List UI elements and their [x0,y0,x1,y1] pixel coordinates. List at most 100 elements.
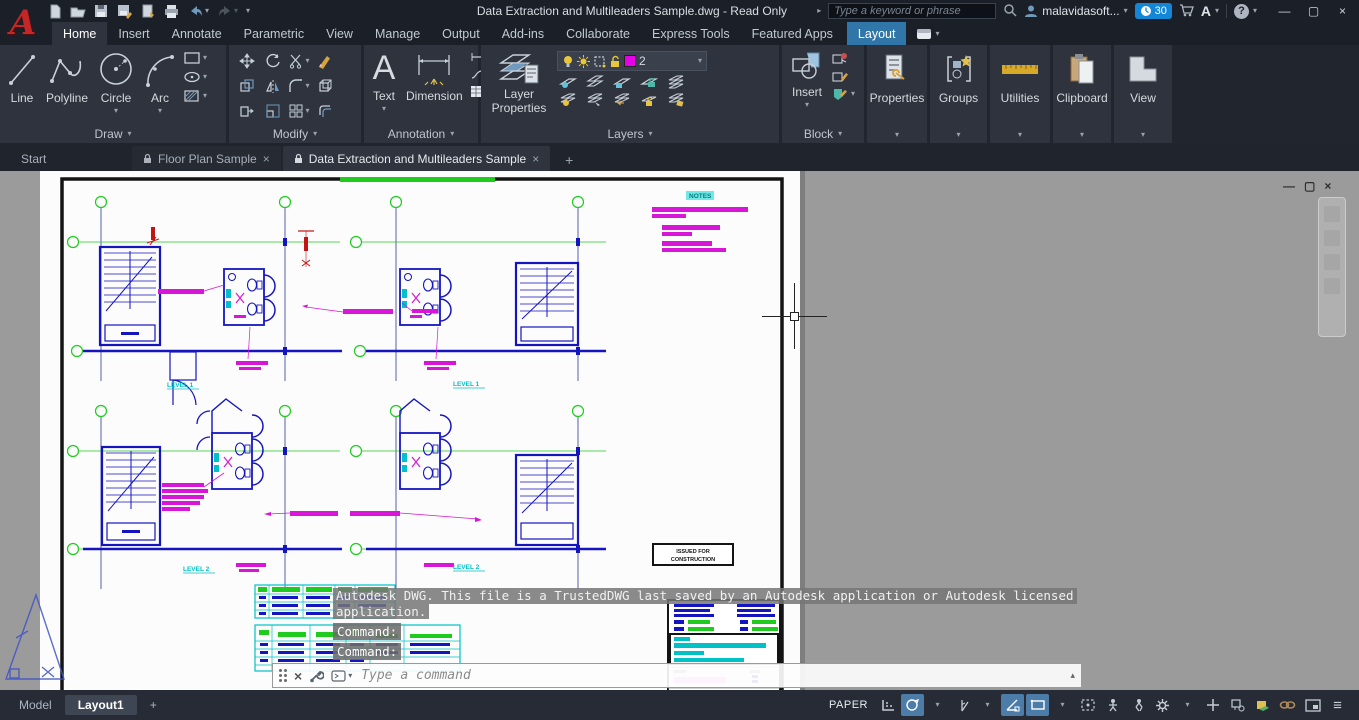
collapse-arrow-icon[interactable]: ▸ [817,7,821,15]
redo-caret-icon[interactable]: ▾ [234,7,238,15]
minimize-button[interactable]: — [1270,0,1299,22]
command-input[interactable] [359,667,1064,684]
dynamic-ucs-toggle[interactable] [1101,694,1124,716]
insert-block-button[interactable]: Insert ▾ [787,48,827,124]
ribbon-tab-parametric[interactable]: Parametric [233,22,315,45]
layer-make-current-tool[interactable] [586,92,604,107]
ribbon-tab-home[interactable]: Home [52,22,108,45]
layer-unlock-tool[interactable] [640,92,658,107]
properties-panel-collapsed[interactable]: Properties ▾ [867,45,927,143]
clean-screen-button[interactable] [1301,694,1324,716]
selection-cycling-toggle[interactable] [1076,694,1099,716]
app-menu-button[interactable]: A [4,0,42,45]
isolate-objects-button[interactable] [1251,694,1274,716]
snap-caret[interactable]: ▾ [926,694,949,716]
command-bar-grip[interactable] [279,669,287,682]
open-file-icon[interactable] [70,4,86,19]
annotation-panel-footer[interactable]: Annotation ▾ [364,124,478,143]
new-drawing-tab-button[interactable]: + [558,149,580,171]
copy-tool[interactable] [239,78,255,94]
save-as-icon[interactable] [117,4,133,19]
doc-minimize-button[interactable]: — [1283,179,1295,193]
xref-link-icon[interactable] [1276,694,1299,716]
dimension-button[interactable]: Dimension [404,48,465,124]
text-button[interactable]: A Text ▾ [369,48,399,124]
ribbon-display-toggle[interactable]: ▾ [916,22,939,45]
workspace-gear-button[interactable] [1151,694,1174,716]
dynamic-input-toggle[interactable] [1126,694,1149,716]
object-snap-tracking-toggle[interactable] [1026,694,1049,716]
drawing-canvas[interactable]: LEVEL 1 LEVEL 1 LEVEL 2 LEVEL 2 NOTES IS… [0,171,1359,690]
file-tab-start[interactable]: Start [10,146,130,171]
navigation-bar[interactable] [1318,197,1346,337]
zoom-icon[interactable] [1324,230,1340,246]
offset-tool[interactable] [317,103,333,119]
hatch-tool[interactable]: ▾ [183,89,207,103]
object-snap-toggle[interactable] [1001,694,1024,716]
layer-match-tool[interactable] [667,74,685,89]
trial-countdown-badge[interactable]: 30 [1134,3,1172,19]
layer-walk-tool[interactable] [667,92,685,107]
cart-icon[interactable] [1179,3,1194,20]
erase-tool[interactable] [317,53,333,69]
array-tool[interactable]: ▾ [288,103,310,119]
command-line-bar[interactable]: × ▾ ▴ [272,663,1082,688]
undo-icon[interactable]: ▾ [188,4,209,18]
workspace-caret[interactable]: ▾ [1176,694,1199,716]
ribbon-tab-express-tools[interactable]: Express Tools [641,22,741,45]
doc-restore-button[interactable]: ▢ [1304,179,1315,193]
close-button[interactable]: × [1328,0,1357,22]
trim-tool[interactable]: ▾ [288,53,310,69]
paper-space-label[interactable]: PAPER [829,699,868,711]
explode-tool[interactable] [317,78,333,94]
undo-caret-icon[interactable]: ▾ [205,7,209,15]
new-layout-button[interactable]: + [137,695,170,715]
draw-panel-footer[interactable]: Draw ▾ [0,124,226,143]
new-file-icon[interactable] [48,4,62,19]
annotation-monitor-toggle[interactable] [1226,694,1249,716]
steering-wheel-icon[interactable] [1324,278,1340,294]
layers-panel-footer[interactable]: Layers ▾ [481,124,779,143]
ribbon-tab-collaborate[interactable]: Collaborate [555,22,641,45]
ribbon-tab-insert[interactable]: Insert [107,22,160,45]
osnap-tracking-caret[interactable]: ▾ [1051,694,1074,716]
move-tool[interactable] [239,52,255,69]
scale-tool[interactable] [265,103,281,119]
ribbon-tab-output[interactable]: Output [431,22,491,45]
doc-close-button[interactable]: × [1324,179,1331,193]
recent-commands-button[interactable]: ▾ [331,669,352,682]
ribbon-tab-featured-apps[interactable]: Featured Apps [741,22,844,45]
help-search-input[interactable] [828,3,997,19]
polar-tracking-toggle[interactable] [951,694,974,716]
help-button[interactable]: ? ▾ [1233,3,1257,19]
layer-off-tool[interactable] [559,92,577,107]
plot-icon[interactable] [141,4,156,19]
layer-freeze-tool[interactable] [613,74,631,89]
ribbon-tab-addins[interactable]: Add-ins [491,22,555,45]
ribbon-tab-layout[interactable]: Layout [846,22,907,45]
layer-previous-tool[interactable] [613,92,631,107]
clipboard-panel-collapsed[interactable]: Clipboard ▾ [1053,45,1111,143]
arc-button[interactable]: Arc ▾ [142,48,178,124]
customization-menu-button[interactable]: ≡ [1326,694,1349,716]
line-button[interactable]: Line [5,48,39,124]
signed-in-user[interactable]: malavidasoft... ▾ [1024,4,1128,18]
annotation-scale-button[interactable] [1201,694,1224,716]
fillet-tool[interactable]: ▾ [288,78,310,94]
create-block-tool[interactable] [832,51,855,64]
close-tab-icon[interactable]: × [263,152,270,166]
layer-lock-tool[interactable] [640,74,658,89]
ribbon-tab-view[interactable]: View [315,22,364,45]
define-attributes-tool[interactable]: ▾ [832,87,855,100]
file-tab-data-extraction[interactable]: Data Extraction and Multileaders Sample … [282,146,551,171]
polar-caret[interactable]: ▾ [976,694,999,716]
user-caret-icon[interactable]: ▾ [1124,7,1128,15]
snap-mode-toggle[interactable] [901,694,924,716]
command-close-icon[interactable]: × [294,668,302,684]
view-panel-collapsed[interactable]: View ▾ [1114,45,1172,143]
layer-properties-button[interactable]: Layer Properties [486,48,552,124]
file-tab-floor-plan[interactable]: Floor Plan Sample × [132,146,281,171]
pan-icon[interactable] [1324,206,1340,222]
close-tab-icon[interactable]: × [532,152,539,166]
edit-block-tool[interactable] [832,69,855,82]
